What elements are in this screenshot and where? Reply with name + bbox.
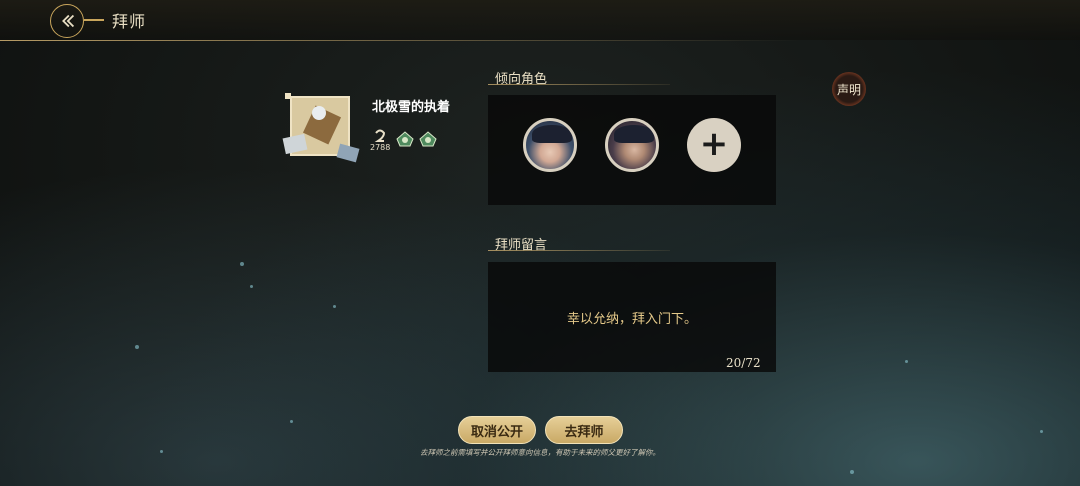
dust-particle xyxy=(290,420,293,423)
statement-label: 声明 xyxy=(836,82,861,97)
dust-particle xyxy=(250,285,253,288)
dust-particle xyxy=(160,450,163,453)
dust-particle xyxy=(850,470,854,474)
avatar-art xyxy=(336,143,360,163)
dust-particle xyxy=(240,262,244,266)
page-title: 拜师 xyxy=(112,12,147,31)
go-apprentice-button[interactable]: 去拜师 xyxy=(545,416,623,444)
portrait-art xyxy=(532,125,572,143)
statement-button[interactable]: 声明 xyxy=(832,72,866,106)
dust-particle xyxy=(333,305,336,308)
back-arrow-icon xyxy=(62,14,75,28)
portrait-art xyxy=(614,125,654,143)
player-level: 2788 xyxy=(370,143,391,152)
back-button[interactable] xyxy=(50,4,84,38)
avatar-art xyxy=(312,106,326,120)
badge-icon[interactable] xyxy=(419,131,437,147)
dust-particle xyxy=(905,360,908,363)
top-bar-divider xyxy=(0,40,800,41)
back-arrow-tail xyxy=(84,19,104,21)
player-avatar[interactable] xyxy=(282,96,360,163)
badge-icon[interactable] xyxy=(396,131,414,147)
player-name: 北极雪的执着 xyxy=(372,100,451,115)
top-bar xyxy=(0,0,1080,40)
role-portrait[interactable] xyxy=(605,118,659,172)
role-portrait[interactable] xyxy=(523,118,577,172)
add-role-button[interactable]: + xyxy=(687,118,741,172)
avatar-art xyxy=(282,133,308,155)
message-text[interactable]: 幸以允纳，拜入门下。 xyxy=(488,308,776,327)
section-divider xyxy=(488,84,670,85)
section-divider xyxy=(488,250,670,251)
hint-note: 去拜师之前需填写并公开拜师意向信息，有助于未来的师父更好了解你。 xyxy=(420,448,660,457)
plus-icon: + xyxy=(699,123,729,164)
cancel-public-button[interactable]: 取消公开 xyxy=(458,416,536,444)
dust-particle xyxy=(135,345,139,349)
level-icon xyxy=(374,129,386,142)
dust-particle xyxy=(1040,430,1043,433)
character-counter: 20/72 xyxy=(726,356,761,370)
